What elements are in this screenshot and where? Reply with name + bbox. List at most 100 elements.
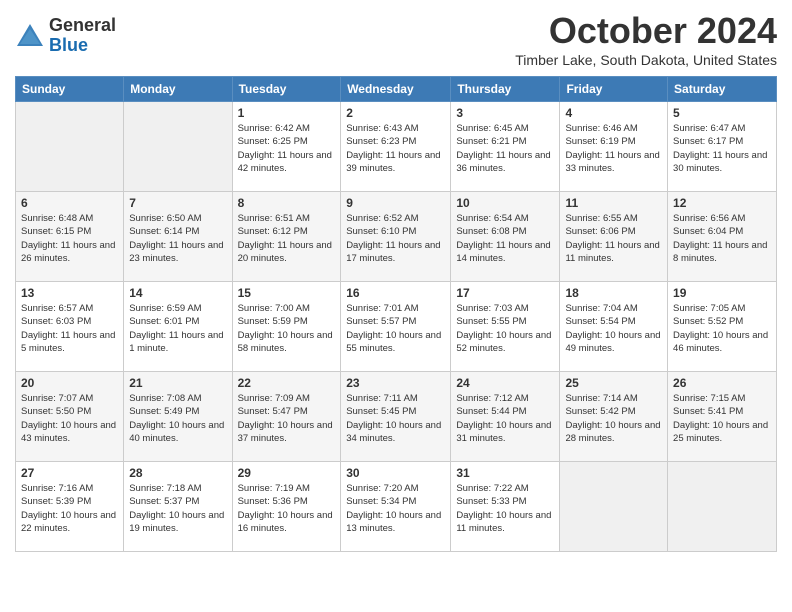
- col-header-tuesday: Tuesday: [232, 77, 341, 102]
- day-number: 11: [565, 196, 662, 210]
- day-number: 1: [238, 106, 336, 120]
- day-info: Sunrise: 6:42 AM Sunset: 6:25 PM Dayligh…: [238, 122, 336, 175]
- calendar-cell: 30 Sunrise: 7:20 AM Sunset: 5:34 PM Dayli…: [341, 462, 451, 552]
- day-info: Sunrise: 7:04 AM Sunset: 5:54 PM Dayligh…: [565, 302, 662, 355]
- day-number: 23: [346, 376, 445, 390]
- day-number: 28: [129, 466, 226, 480]
- day-info: Sunrise: 7:12 AM Sunset: 5:44 PM Dayligh…: [456, 392, 554, 445]
- day-number: 12: [673, 196, 771, 210]
- calendar-cell: 27 Sunrise: 7:16 AM Sunset: 5:39 PM Dayli…: [16, 462, 124, 552]
- day-info: Sunrise: 7:00 AM Sunset: 5:59 PM Dayligh…: [238, 302, 336, 355]
- day-number: 4: [565, 106, 662, 120]
- day-number: 15: [238, 286, 336, 300]
- day-info: Sunrise: 6:52 AM Sunset: 6:10 PM Dayligh…: [346, 212, 445, 265]
- col-header-friday: Friday: [560, 77, 668, 102]
- day-info: Sunrise: 6:59 AM Sunset: 6:01 PM Dayligh…: [129, 302, 226, 355]
- col-header-monday: Monday: [124, 77, 232, 102]
- day-info: Sunrise: 7:14 AM Sunset: 5:42 PM Dayligh…: [565, 392, 662, 445]
- day-number: 2: [346, 106, 445, 120]
- calendar-cell: [124, 102, 232, 192]
- calendar-cell: [560, 462, 668, 552]
- calendar-cell: 15 Sunrise: 7:00 AM Sunset: 5:59 PM Dayli…: [232, 282, 341, 372]
- calendar-cell: 25 Sunrise: 7:14 AM Sunset: 5:42 PM Dayli…: [560, 372, 668, 462]
- day-number: 7: [129, 196, 226, 210]
- calendar-cell: 2 Sunrise: 6:43 AM Sunset: 6:23 PM Daylig…: [341, 102, 451, 192]
- day-info: Sunrise: 6:45 AM Sunset: 6:21 PM Dayligh…: [456, 122, 554, 175]
- calendar-cell: 23 Sunrise: 7:11 AM Sunset: 5:45 PM Dayli…: [341, 372, 451, 462]
- calendar-cell: 10 Sunrise: 6:54 AM Sunset: 6:08 PM Dayli…: [451, 192, 560, 282]
- day-number: 18: [565, 286, 662, 300]
- calendar-cell: 20 Sunrise: 7:07 AM Sunset: 5:50 PM Dayli…: [16, 372, 124, 462]
- calendar-table: SundayMondayTuesdayWednesdayThursdayFrid…: [15, 76, 777, 552]
- day-number: 6: [21, 196, 118, 210]
- logo: General Blue: [15, 16, 116, 56]
- month-title: October 2024: [515, 10, 777, 52]
- day-number: 21: [129, 376, 226, 390]
- day-number: 9: [346, 196, 445, 210]
- calendar-cell: 17Sunrise: 7:03 AM Sunset: 5:55 PM Dayli…: [451, 282, 560, 372]
- day-info: Sunrise: 6:55 AM Sunset: 6:06 PM Dayligh…: [565, 212, 662, 265]
- calendar-cell: 21 Sunrise: 7:08 AM Sunset: 5:49 PM Dayli…: [124, 372, 232, 462]
- day-number: 22: [238, 376, 336, 390]
- day-info: Sunrise: 7:18 AM Sunset: 5:37 PM Dayligh…: [129, 482, 226, 535]
- day-number: 24: [456, 376, 554, 390]
- logo-text: General Blue: [49, 16, 116, 56]
- day-info: Sunrise: 6:56 AM Sunset: 6:04 PM Dayligh…: [673, 212, 771, 265]
- day-info: Sunrise: 7:11 AM Sunset: 5:45 PM Dayligh…: [346, 392, 445, 445]
- day-number: 25: [565, 376, 662, 390]
- col-header-sunday: Sunday: [16, 77, 124, 102]
- day-info: Sunrise: 7:08 AM Sunset: 5:49 PM Dayligh…: [129, 392, 226, 445]
- day-info: Sunrise: 6:46 AM Sunset: 6:19 PM Dayligh…: [565, 122, 662, 175]
- calendar-header-row: SundayMondayTuesdayWednesdayThursdayFrid…: [16, 77, 777, 102]
- page-header: General Blue October 2024 Timber Lake, S…: [15, 10, 777, 68]
- day-info: Sunrise: 6:57 AM Sunset: 6:03 PM Dayligh…: [21, 302, 118, 355]
- calendar-cell: 3 Sunrise: 6:45 AM Sunset: 6:21 PM Daylig…: [451, 102, 560, 192]
- location-subtitle: Timber Lake, South Dakota, United States: [515, 52, 777, 68]
- day-info: Sunrise: 6:54 AM Sunset: 6:08 PM Dayligh…: [456, 212, 554, 265]
- calendar-cell: 5Sunrise: 6:47 AM Sunset: 6:17 PM Daylig…: [668, 102, 777, 192]
- calendar-cell: 7Sunrise: 6:50 AM Sunset: 6:14 PM Daylig…: [124, 192, 232, 282]
- calendar-cell: 18 Sunrise: 7:04 AM Sunset: 5:54 PM Dayli…: [560, 282, 668, 372]
- day-number: 19: [673, 286, 771, 300]
- day-info: Sunrise: 7:15 AM Sunset: 5:41 PM Dayligh…: [673, 392, 771, 445]
- col-header-saturday: Saturday: [668, 77, 777, 102]
- day-number: 10: [456, 196, 554, 210]
- day-number: 20: [21, 376, 118, 390]
- calendar-cell: 16 Sunrise: 7:01 AM Sunset: 5:57 PM Dayli…: [341, 282, 451, 372]
- day-number: 13: [21, 286, 118, 300]
- calendar-cell: 6 Sunrise: 6:48 AM Sunset: 6:15 PM Daylig…: [16, 192, 124, 282]
- calendar-cell: 12 Sunrise: 6:56 AM Sunset: 6:04 PM Dayli…: [668, 192, 777, 282]
- day-info: Sunrise: 6:47 AM Sunset: 6:17 PM Dayligh…: [673, 122, 771, 175]
- calendar-cell: 19Sunrise: 7:05 AM Sunset: 5:52 PM Dayli…: [668, 282, 777, 372]
- calendar-cell: 11 Sunrise: 6:55 AM Sunset: 6:06 PM Dayli…: [560, 192, 668, 282]
- calendar-cell: 29Sunrise: 7:19 AM Sunset: 5:36 PM Dayli…: [232, 462, 341, 552]
- calendar-cell: 4 Sunrise: 6:46 AM Sunset: 6:19 PM Daylig…: [560, 102, 668, 192]
- day-info: Sunrise: 7:20 AM Sunset: 5:34 PM Dayligh…: [346, 482, 445, 535]
- col-header-wednesday: Wednesday: [341, 77, 451, 102]
- day-info: Sunrise: 6:51 AM Sunset: 6:12 PM Dayligh…: [238, 212, 336, 265]
- logo-icon: [15, 21, 45, 51]
- day-number: 16: [346, 286, 445, 300]
- calendar-week-row: 1 Sunrise: 6:42 AM Sunset: 6:25 PM Daylig…: [16, 102, 777, 192]
- day-info: Sunrise: 7:19 AM Sunset: 5:36 PM Dayligh…: [238, 482, 336, 535]
- day-info: Sunrise: 7:01 AM Sunset: 5:57 PM Dayligh…: [346, 302, 445, 355]
- day-number: 30: [346, 466, 445, 480]
- calendar-cell: [668, 462, 777, 552]
- day-number: 17: [456, 286, 554, 300]
- calendar-cell: 9 Sunrise: 6:52 AM Sunset: 6:10 PM Daylig…: [341, 192, 451, 282]
- day-info: Sunrise: 7:07 AM Sunset: 5:50 PM Dayligh…: [21, 392, 118, 445]
- calendar-cell: 26Sunrise: 7:15 AM Sunset: 5:41 PM Dayli…: [668, 372, 777, 462]
- calendar-cell: 1 Sunrise: 6:42 AM Sunset: 6:25 PM Daylig…: [232, 102, 341, 192]
- day-info: Sunrise: 6:48 AM Sunset: 6:15 PM Dayligh…: [21, 212, 118, 265]
- calendar-week-row: 27 Sunrise: 7:16 AM Sunset: 5:39 PM Dayli…: [16, 462, 777, 552]
- day-info: Sunrise: 7:09 AM Sunset: 5:47 PM Dayligh…: [238, 392, 336, 445]
- calendar-week-row: 13 Sunrise: 6:57 AM Sunset: 6:03 PM Dayli…: [16, 282, 777, 372]
- day-number: 3: [456, 106, 554, 120]
- calendar-cell: [16, 102, 124, 192]
- title-area: October 2024 Timber Lake, South Dakota, …: [515, 10, 777, 68]
- day-info: Sunrise: 7:16 AM Sunset: 5:39 PM Dayligh…: [21, 482, 118, 535]
- day-number: 31: [456, 466, 554, 480]
- day-number: 27: [21, 466, 118, 480]
- day-info: Sunrise: 6:43 AM Sunset: 6:23 PM Dayligh…: [346, 122, 445, 175]
- calendar-cell: 8Sunrise: 6:51 AM Sunset: 6:12 PM Daylig…: [232, 192, 341, 282]
